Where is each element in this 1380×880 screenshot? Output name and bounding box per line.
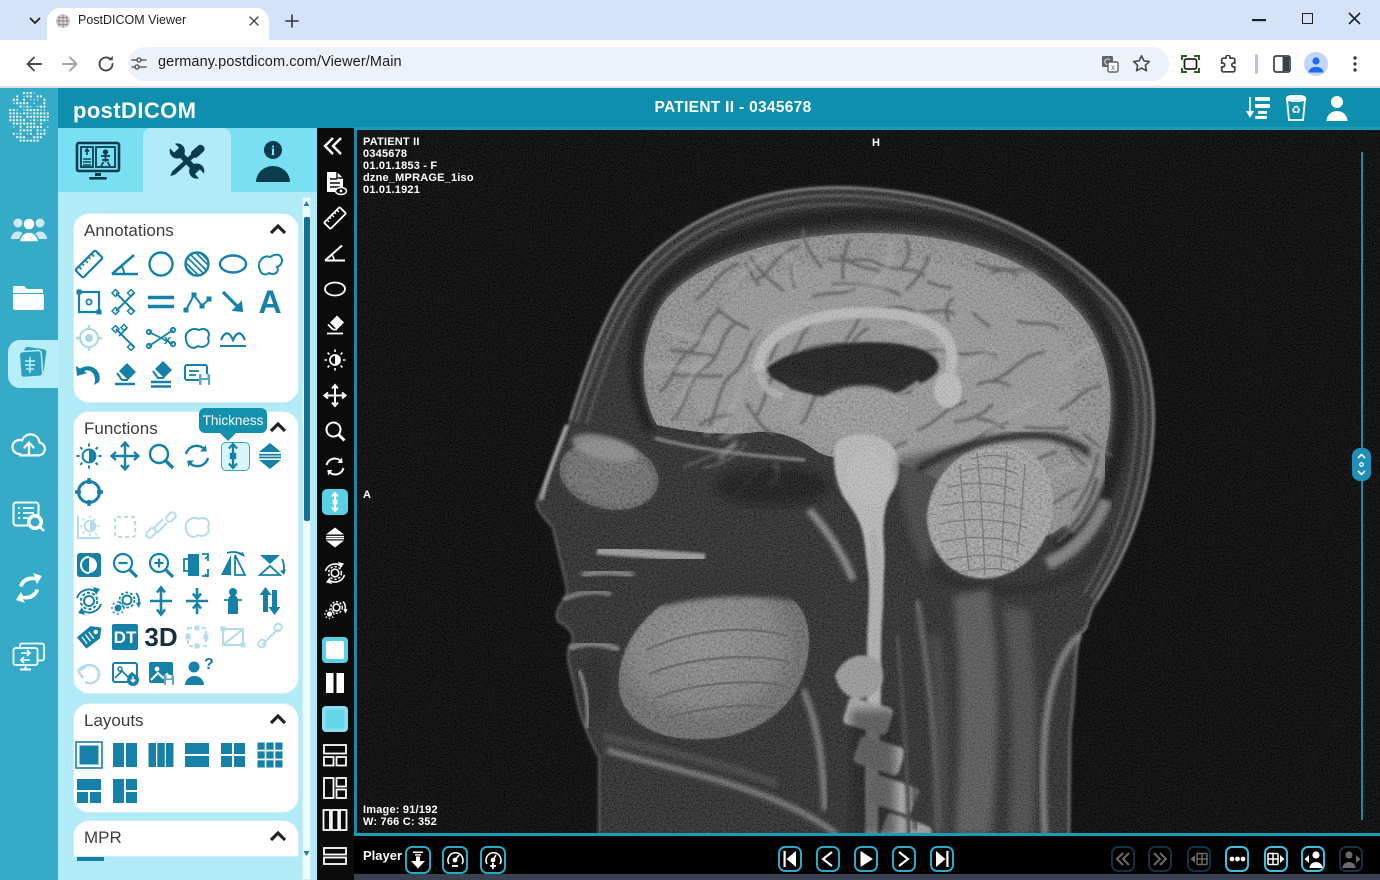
svg-text:♻: ♻ [1291,105,1301,117]
svg-text:3D: 3D [144,622,177,652]
svg-text:x: x [1111,63,1115,72]
svg-text:DT: DT [114,628,137,647]
svg-text:?: ? [204,656,214,673]
svg-text:A: A [258,284,281,320]
svg-text:i: i [271,144,275,159]
